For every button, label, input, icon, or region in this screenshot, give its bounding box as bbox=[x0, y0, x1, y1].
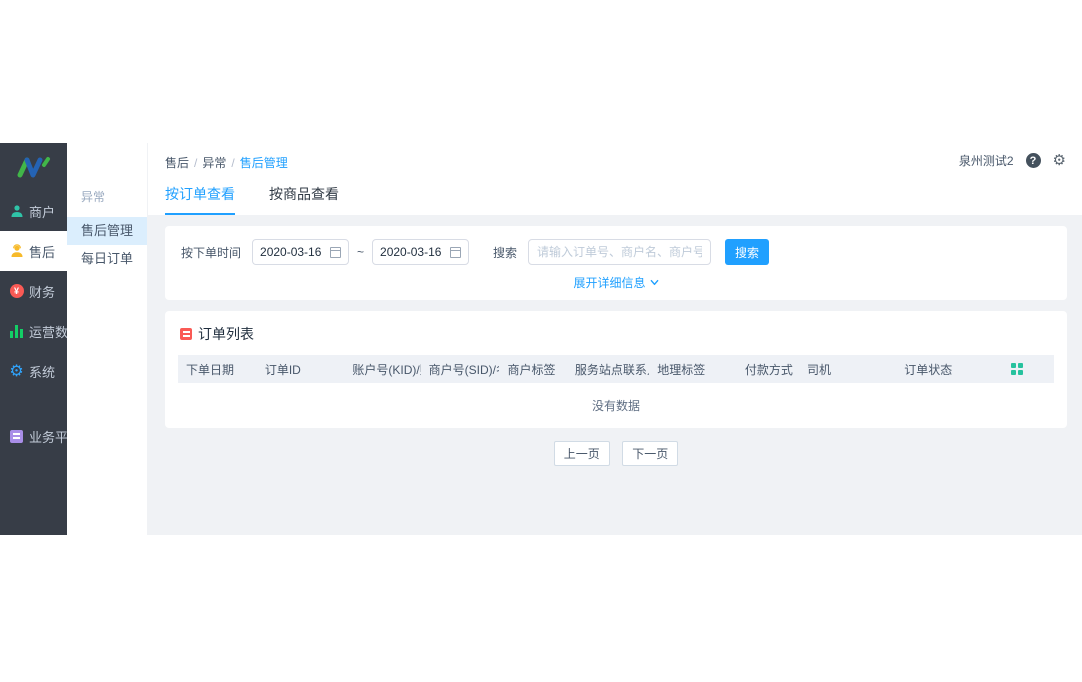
col-order-status: 订单状态 bbox=[896, 355, 1004, 383]
table-title: 订单列表 bbox=[198, 326, 254, 342]
sidebar-item-merchant[interactable]: 商户 bbox=[0, 191, 67, 231]
submenu-item-daily-orders[interactable]: 每日订单 bbox=[67, 245, 147, 273]
breadcrumb-item-current: 售后管理 bbox=[239, 156, 288, 170]
breadcrumb-item[interactable]: 异常 bbox=[202, 156, 226, 170]
col-payment-method: 付款方式 bbox=[736, 355, 800, 383]
submenu-group-label: 异常 bbox=[81, 190, 106, 204]
view-tabs: 按订单查看 按商品查看 bbox=[165, 184, 1066, 215]
col-driver: 司机 bbox=[799, 355, 897, 383]
date-to-value: 2020-03-16 bbox=[380, 245, 442, 259]
col-order-id: 订单ID bbox=[256, 355, 345, 383]
sidebar-item-label: 财务 bbox=[29, 284, 56, 300]
sidebar-item-business-platform[interactable]: 业务平台 bbox=[0, 416, 81, 456]
account-name[interactable]: 泉州测试2 bbox=[959, 152, 1014, 169]
sidebar-item-operations-data[interactable]: 运营数据 bbox=[0, 311, 81, 351]
settings-gear-icon[interactable]: ⚙ bbox=[1053, 153, 1066, 168]
primary-sidebar: 商户 售后 ¥ 财务 运营数据 ⚙ 系统 业务平台 bbox=[0, 143, 81, 535]
next-page-button[interactable]: 下一页 bbox=[622, 441, 679, 466]
col-merchant-tag: 商户标签 bbox=[499, 355, 567, 383]
date-range-separator: ~ bbox=[357, 245, 365, 259]
business-platform-icon bbox=[9, 429, 24, 444]
col-merchant-sid: 商户号(SID)/名称 bbox=[420, 355, 500, 383]
filter-row: 按下单时间 2020-03-16 ~ 2020-03-16 搜索 搜索 bbox=[181, 239, 1051, 265]
pagination: 上一页 下一页 bbox=[165, 441, 1067, 466]
sidebar-item-label: 系统 bbox=[29, 364, 56, 380]
col-account-kid: 账户号(KID)/账号 bbox=[344, 355, 421, 383]
account-area: 泉州测试2 ? ⚙ bbox=[959, 152, 1066, 169]
calendar-icon bbox=[330, 246, 342, 258]
main-area: 售后 / 异常 / 售后管理 泉州测试2 ? ⚙ 按订单查看 按商品查看 按下单时间 2… bbox=[148, 143, 1082, 535]
tab-view-by-product[interactable]: 按商品查看 bbox=[269, 184, 339, 215]
col-order-date: 下单日期 bbox=[178, 355, 257, 383]
content-area: 按下单时间 2020-03-16 ~ 2020-03-16 搜索 搜索 bbox=[148, 215, 1082, 535]
search-button[interactable]: 搜索 bbox=[725, 239, 770, 265]
filter-card: 按下单时间 2020-03-16 ~ 2020-03-16 搜索 搜索 bbox=[165, 226, 1067, 300]
empty-state-text: 没有数据 bbox=[178, 383, 1054, 428]
date-from-value: 2020-03-16 bbox=[260, 245, 322, 259]
main-header: 售后 / 异常 / 售后管理 泉州测试2 ? ⚙ 按订单查看 按商品查看 bbox=[148, 143, 1082, 215]
date-to-input[interactable]: 2020-03-16 bbox=[372, 239, 470, 265]
finance-yen-icon: ¥ bbox=[9, 284, 24, 299]
brand-logo-icon bbox=[17, 157, 50, 178]
col-geo-tag: 地理标签 bbox=[649, 355, 737, 383]
expand-details-label: 展开详细信息 bbox=[573, 276, 646, 290]
chart-bars-icon bbox=[9, 324, 24, 339]
prev-page-button[interactable]: 上一页 bbox=[553, 441, 610, 466]
date-from-input[interactable]: 2020-03-16 bbox=[252, 239, 350, 265]
chevron-down-icon bbox=[650, 279, 658, 286]
help-icon[interactable]: ? bbox=[1025, 153, 1041, 168]
sidebar-item-finance[interactable]: ¥ 财务 bbox=[0, 271, 67, 311]
order-list-card: 订单列表 下单日期 订单ID 账户号(KID)/账号 商户号(SID)/名称 bbox=[165, 311, 1067, 428]
system-gear-icon: ⚙ bbox=[9, 361, 24, 380]
secondary-sidebar: 异常 售后管理 每日订单 bbox=[67, 143, 148, 535]
list-icon bbox=[180, 328, 192, 340]
search-label: 搜索 bbox=[493, 245, 518, 260]
sidebar-item-label: 商户 bbox=[29, 204, 56, 220]
table-title-row: 订单列表 bbox=[178, 322, 1054, 355]
orders-table: 下单日期 订单ID 账户号(KID)/账号 商户号(SID)/名称 商户标签 服… bbox=[178, 355, 1054, 428]
table-header-row: 下单日期 订单ID 账户号(KID)/账号 商户号(SID)/名称 商户标签 服… bbox=[178, 355, 1054, 383]
order-date-label: 按下单时间 bbox=[181, 245, 242, 260]
breadcrumb-separator: / bbox=[231, 156, 235, 170]
sidebar-item-label: 售后 bbox=[29, 244, 56, 260]
submenu-item-aftersales-management[interactable]: 售后管理 bbox=[67, 217, 147, 245]
sidebar-item-system[interactable]: ⚙ 系统 bbox=[0, 351, 67, 391]
expand-details-link[interactable]: 展开详细信息 bbox=[573, 274, 658, 291]
aftersales-headset-icon bbox=[9, 244, 24, 259]
merchant-person-icon bbox=[9, 204, 24, 219]
app-window: 商户 售后 ¥ 财务 运营数据 ⚙ 系统 业务平台 异常 售后管理 每日订单 售… bbox=[0, 143, 1082, 535]
expand-row: 展开详细信息 bbox=[181, 274, 1051, 292]
tab-view-by-order[interactable]: 按订单查看 bbox=[165, 184, 235, 215]
breadcrumb-separator: / bbox=[194, 156, 198, 170]
col-settings-header bbox=[1003, 355, 1054, 383]
breadcrumb-item[interactable]: 售后 bbox=[165, 156, 189, 170]
calendar-icon bbox=[450, 246, 462, 258]
col-service-contact: 服务站点联系人 bbox=[566, 355, 650, 383]
sidebar-item-aftersales[interactable]: 售后 bbox=[0, 231, 67, 271]
column-settings-icon[interactable] bbox=[1011, 363, 1046, 375]
breadcrumb: 售后 / 异常 / 售后管理 bbox=[165, 154, 1066, 171]
search-input[interactable] bbox=[528, 239, 712, 265]
empty-row: 没有数据 bbox=[178, 383, 1054, 428]
brand-logo-icon[interactable] bbox=[0, 143, 67, 191]
